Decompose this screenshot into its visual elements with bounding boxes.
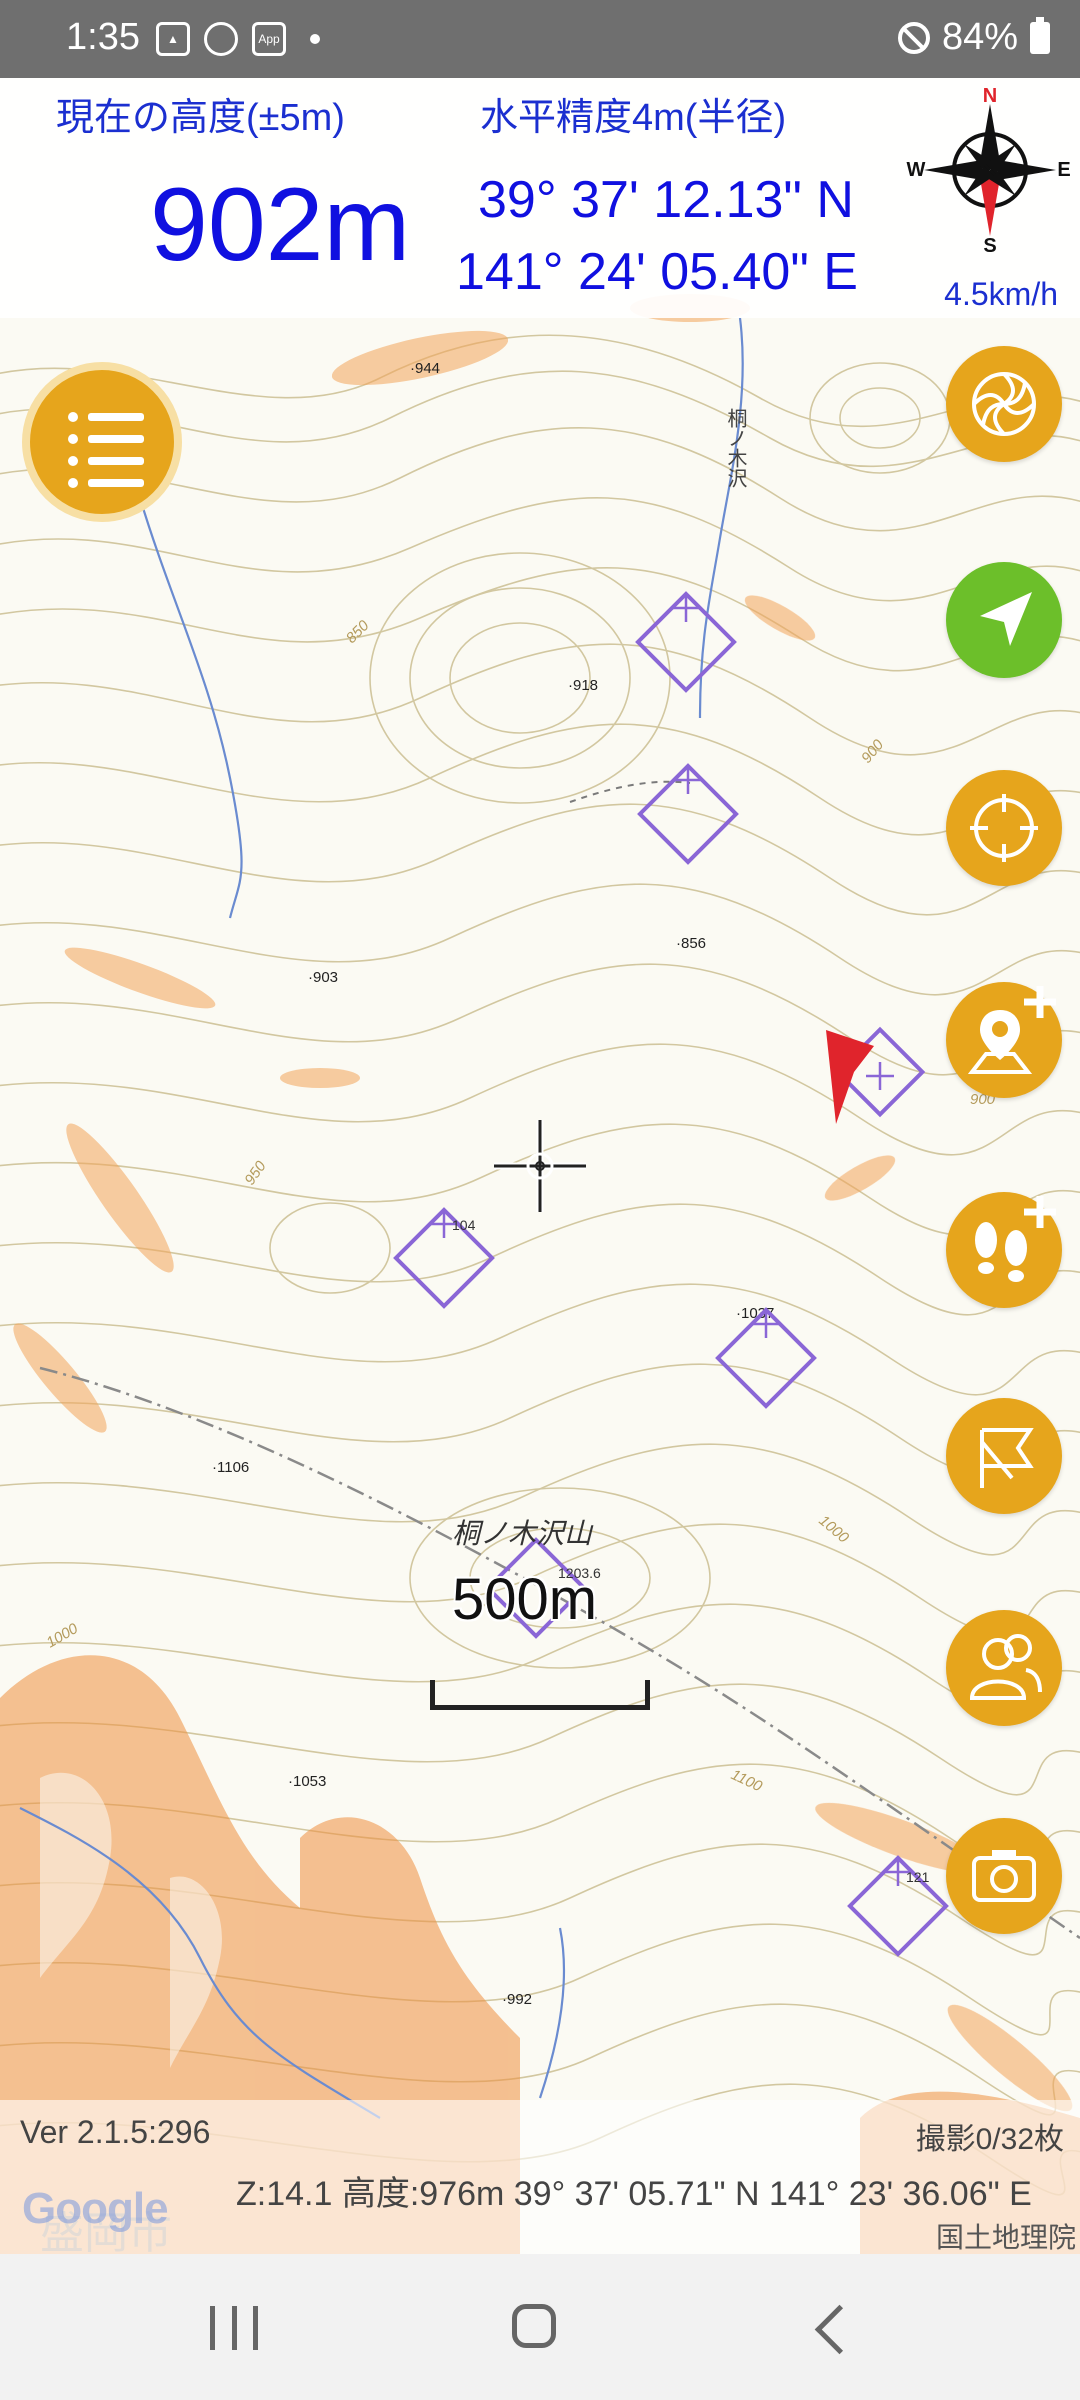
- chrome-icon: [204, 22, 238, 56]
- spot-height-944: ·944: [410, 360, 440, 377]
- place-kirinokisawa: 桐ノ木沢: [724, 408, 748, 488]
- compass-icon[interactable]: N E S W: [906, 84, 1076, 254]
- scale-label: 500m: [452, 1567, 598, 1632]
- group-button[interactable]: [946, 1610, 1062, 1726]
- waypoint-label: 104: [452, 1217, 476, 1233]
- crosshair-icon: [494, 1120, 586, 1212]
- spot-height-918: ·918: [568, 677, 598, 694]
- status-time: 1:35: [66, 16, 140, 58]
- spot-height-992: ·992: [502, 1991, 532, 2008]
- status-icons: ▲ App: [156, 22, 320, 56]
- add-track-icon: [975, 1196, 1056, 1282]
- layer-button[interactable]: [946, 346, 1062, 462]
- camera-icon: [972, 1850, 1036, 1902]
- add-track-button[interactable]: [946, 1192, 1062, 1308]
- system-nav-bar: [0, 2254, 1080, 2400]
- altitude-value: 902m: [150, 167, 411, 283]
- app-icon: App: [252, 22, 286, 56]
- recent-apps-button[interactable]: [210, 2306, 258, 2350]
- status-bar: 1:35 ▲ App 84%: [0, 0, 1080, 78]
- longitude-value: 141° 24' 05.40" E: [456, 243, 858, 301]
- battery-percent: 84%: [941, 16, 1018, 58]
- google-logo: Google: [22, 2184, 169, 2233]
- version-text: Ver 2.1.5:296: [20, 2114, 211, 2150]
- group-icon: [969, 1634, 1042, 1700]
- route-button[interactable]: [946, 1398, 1062, 1514]
- add-place-button[interactable]: [946, 982, 1062, 1098]
- battery-icon: [1030, 16, 1050, 54]
- gsi-attribution: 国土地理院: [935, 2222, 1076, 2253]
- notification-dot: [310, 34, 320, 44]
- locate-icon: [970, 794, 1038, 862]
- accuracy-label: 水平精度4m(半径): [480, 97, 787, 139]
- camera-button[interactable]: [946, 1818, 1062, 1934]
- speed-value: 4.5km/h: [944, 276, 1058, 312]
- altitude-label: 現在の高度(±5m): [56, 97, 345, 139]
- place-kirinokisawayama: 桐ノ木沢山: [452, 1518, 593, 1549]
- menu-button[interactable]: [22, 362, 182, 522]
- latitude-value: 39° 37' 12.13" N: [478, 171, 854, 229]
- spot-height-856: ·856: [676, 935, 706, 952]
- route-flag-icon: [980, 1428, 1034, 1488]
- spot-height-1053: ·1053: [288, 1773, 326, 1790]
- zoom-altitude-coords: Z:14.1 高度:976m 39° 37' 05.71" N 141° 23'…: [236, 2175, 1032, 2213]
- spot-height-1106: ·1106: [212, 1459, 249, 1476]
- menu-icon: [68, 412, 144, 500]
- home-button[interactable]: [512, 2304, 556, 2348]
- location-info-panel: 現在の高度(±5m) 水平精度4m(半径) 902m 39° 37' 12.13…: [0, 78, 1080, 318]
- add-place-icon: [967, 986, 1056, 1074]
- do-not-disturb-icon: [897, 21, 930, 54]
- spot-height-903: ·903: [308, 969, 338, 986]
- waypoint-label: 121: [906, 1869, 930, 1885]
- photo-count: 撮影0/32枚: [915, 2123, 1064, 2156]
- layer-icon: [972, 372, 1036, 436]
- map-info-bar: Ver 2.1.5:296 撮影0/32枚 Google Z:14.1 高度:9…: [0, 2100, 1080, 2254]
- compass-n: N: [983, 85, 997, 107]
- compass-w: W: [907, 159, 926, 181]
- compass-s: S: [983, 235, 996, 254]
- scale-bar: [430, 1680, 650, 1710]
- back-button[interactable]: [814, 2304, 865, 2355]
- gallery-icon: ▲: [156, 22, 190, 56]
- navigate-icon: [980, 592, 1032, 646]
- navigate-button[interactable]: [946, 562, 1062, 678]
- locate-button[interactable]: [946, 770, 1062, 886]
- compass-e: E: [1057, 159, 1070, 181]
